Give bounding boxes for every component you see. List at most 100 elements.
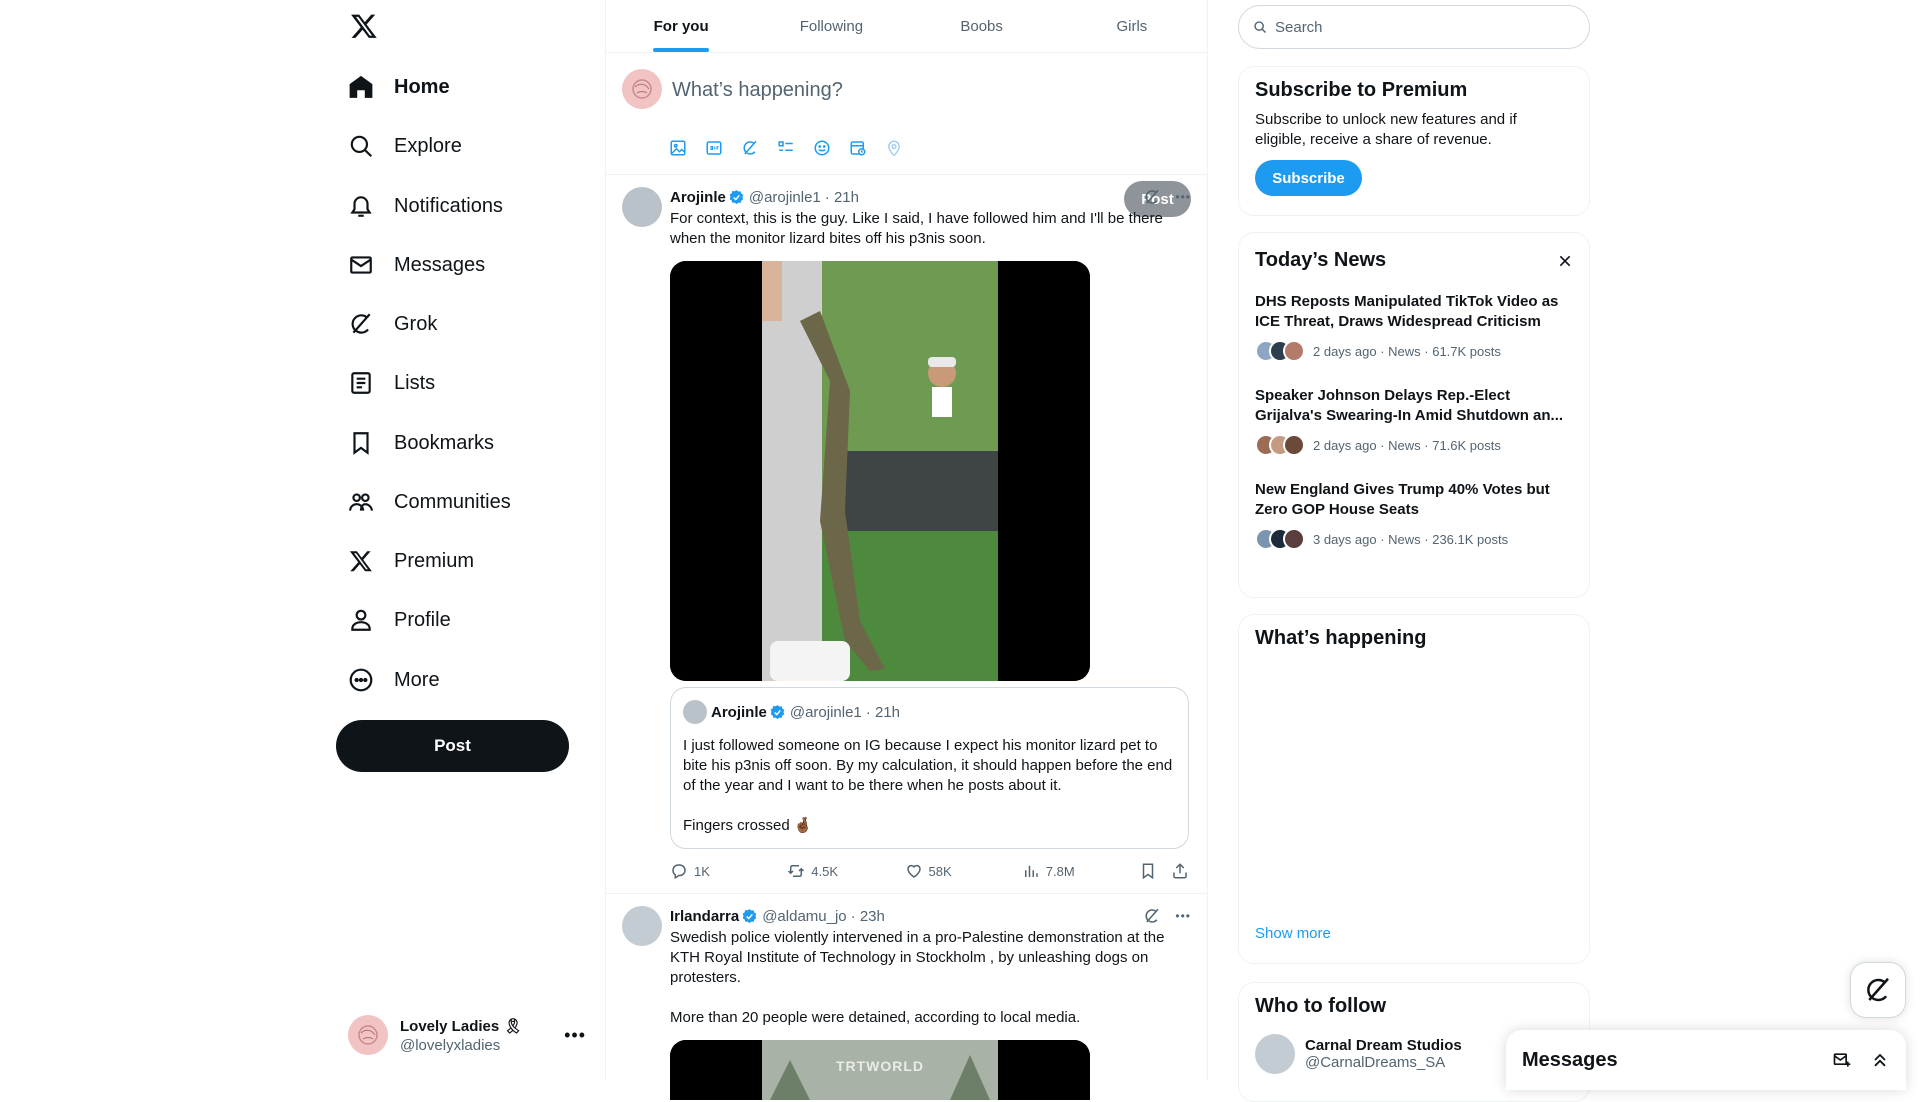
tab-following[interactable]: Following (756, 0, 906, 52)
tweet-author-handle[interactable]: @arojinle1 (749, 189, 821, 206)
repost-button[interactable]: 4.5K (787, 862, 904, 880)
close-icon[interactable] (1557, 253, 1573, 269)
avatar[interactable] (622, 906, 662, 946)
quoted-tweet[interactable]: Arojinle @arojinle1 · 21h I just followe… (670, 687, 1189, 849)
nav-label: Profile (394, 608, 451, 631)
grok-icon[interactable] (1143, 907, 1161, 925)
compose-toolbar (660, 131, 912, 165)
x-logo-icon[interactable] (350, 12, 380, 42)
quote-text-2: Fingers crossed 🤞🏾 (683, 817, 813, 834)
person-icon (348, 607, 374, 633)
show-more-link[interactable]: Show more (1255, 925, 1331, 942)
image-icon[interactable] (660, 131, 696, 165)
nav-messages[interactable]: Messages (336, 240, 485, 290)
share-icon[interactable] (1171, 862, 1189, 880)
news-avatars (1255, 528, 1305, 550)
grok-icon[interactable] (732, 131, 768, 165)
more-dots-icon[interactable]: ••• (1175, 909, 1191, 923)
avatar (348, 1015, 388, 1055)
subscribe-button[interactable]: Subscribe (1255, 160, 1362, 196)
news-item[interactable]: DHS Reposts Manipulated TikTok Video as … (1239, 280, 1589, 374)
chevron-up-icon[interactable] (1870, 1050, 1890, 1070)
more-dots-icon[interactable]: ••• (1175, 190, 1191, 204)
repost-icon (787, 862, 805, 880)
nav-home[interactable]: Home (336, 62, 450, 112)
news-item[interactable]: New England Gives Trump 40% Votes but Ze… (1239, 468, 1589, 562)
verified-badge-icon (728, 189, 745, 206)
x-logo-icon (348, 548, 374, 574)
news-item[interactable]: Speaker Johnson Delays Rep.-Elect Grijal… (1239, 374, 1589, 468)
nav-explore[interactable]: Explore (336, 121, 462, 171)
follow-name: Carnal Dream Studios (1305, 1037, 1462, 1054)
tweet-author-name[interactable]: Arojinle (670, 189, 726, 206)
left-sidebar: Home Explore Notifications Messages Grok… (336, 0, 606, 1080)
compose-box: What’s happening? Post (606, 53, 1207, 217)
tweet-video[interactable]: TRTWORLD (670, 1040, 1090, 1100)
news-meta: 3 days ago · News · 236.1K posts (1313, 531, 1509, 547)
avatar (1255, 1034, 1295, 1074)
schedule-icon[interactable] (840, 131, 876, 165)
news-avatars (1255, 434, 1305, 456)
nav-more[interactable]: More (336, 655, 440, 705)
tweet-author-name[interactable]: Irlandarra (670, 908, 739, 925)
nav-notifications[interactable]: Notifications (336, 181, 503, 231)
whats-happening-card: What’s happening Show more (1238, 614, 1590, 964)
more-dots-icon[interactable]: ••• (564, 1025, 586, 1046)
views-button[interactable]: 7.8M (1022, 862, 1139, 880)
nav-profile[interactable]: Profile (336, 595, 451, 645)
account-name: Lovely Ladies (400, 1017, 500, 1035)
nav-grok[interactable]: Grok (336, 299, 437, 349)
grok-icon (348, 311, 374, 337)
search-input[interactable]: Search (1238, 5, 1590, 49)
nav-lists[interactable]: Lists (336, 358, 435, 408)
tweet-actions: 1K 4.5K 58K 7.8M (670, 849, 1189, 893)
new-message-icon[interactable] (1832, 1050, 1852, 1070)
premium-title: Subscribe to Premium (1255, 79, 1468, 101)
avatar[interactable] (622, 187, 662, 227)
tweet[interactable]: Irlandarra @aldamu_jo · 23h ••• Swedish … (606, 894, 1207, 1100)
reply-button[interactable]: 1K (670, 862, 787, 880)
whats-happening-title: What’s happening (1255, 627, 1427, 649)
search-icon (1253, 20, 1267, 34)
quote-author-name: Arojinle (711, 703, 767, 721)
nav-bookmarks[interactable]: Bookmarks (336, 418, 494, 468)
tweet-video[interactable] (670, 261, 1090, 681)
tab-boobs[interactable]: Boobs (907, 0, 1057, 52)
grok-icon[interactable] (1143, 188, 1161, 206)
tweet[interactable]: Arojinle @arojinle1 · 21h ••• For contex… (606, 175, 1207, 894)
location-icon[interactable] (876, 131, 912, 165)
nav-label: Home (394, 75, 450, 98)
nav-label: Premium (394, 549, 475, 572)
messages-drawer[interactable]: Messages (1506, 1030, 1906, 1090)
tweet-time[interactable]: · 23h (851, 908, 885, 925)
quote-text: I just followed someone on IG because I … (683, 737, 1173, 794)
nav-label: More (394, 668, 440, 691)
account-handle: @lovelyxladies (400, 1036, 501, 1054)
timeline: For you Following Boobs Girls What’s hap… (605, 0, 1208, 1100)
reply-icon (670, 862, 688, 880)
envelope-icon (348, 252, 374, 278)
list-icon (348, 370, 374, 396)
tab-for-you[interactable]: For you (606, 0, 756, 52)
reply-count: 1K (694, 863, 710, 879)
grok-floating-button[interactable] (1850, 962, 1906, 1018)
news-card: Today’s News DHS Reposts Manipulated Tik… (1238, 232, 1590, 598)
bookmark-icon (348, 430, 374, 456)
news-meta: 2 days ago · News · 61.7K posts (1313, 343, 1501, 359)
nav-communities[interactable]: Communities (336, 477, 511, 527)
tweet-text-2: More than 20 people were detained, accor… (670, 1009, 1081, 1026)
tab-girls[interactable]: Girls (1057, 0, 1207, 52)
nav-premium[interactable]: Premium (336, 536, 474, 586)
tweet-time[interactable]: · 21h (825, 189, 859, 206)
post-button[interactable]: Post (336, 720, 569, 772)
compose-input[interactable]: What’s happening? (672, 79, 843, 102)
avatar (683, 700, 707, 724)
gif-icon[interactable] (696, 131, 732, 165)
bookmark-icon[interactable] (1139, 862, 1157, 880)
avatar (622, 69, 662, 109)
like-button[interactable]: 58K (905, 862, 1022, 880)
poll-icon[interactable] (768, 131, 804, 165)
tweet-author-handle[interactable]: @aldamu_jo (762, 908, 846, 925)
emoji-icon[interactable] (804, 131, 840, 165)
account-switcher[interactable]: Lovely Ladies 🎗 @lovelyxladies ••• (348, 1010, 586, 1060)
